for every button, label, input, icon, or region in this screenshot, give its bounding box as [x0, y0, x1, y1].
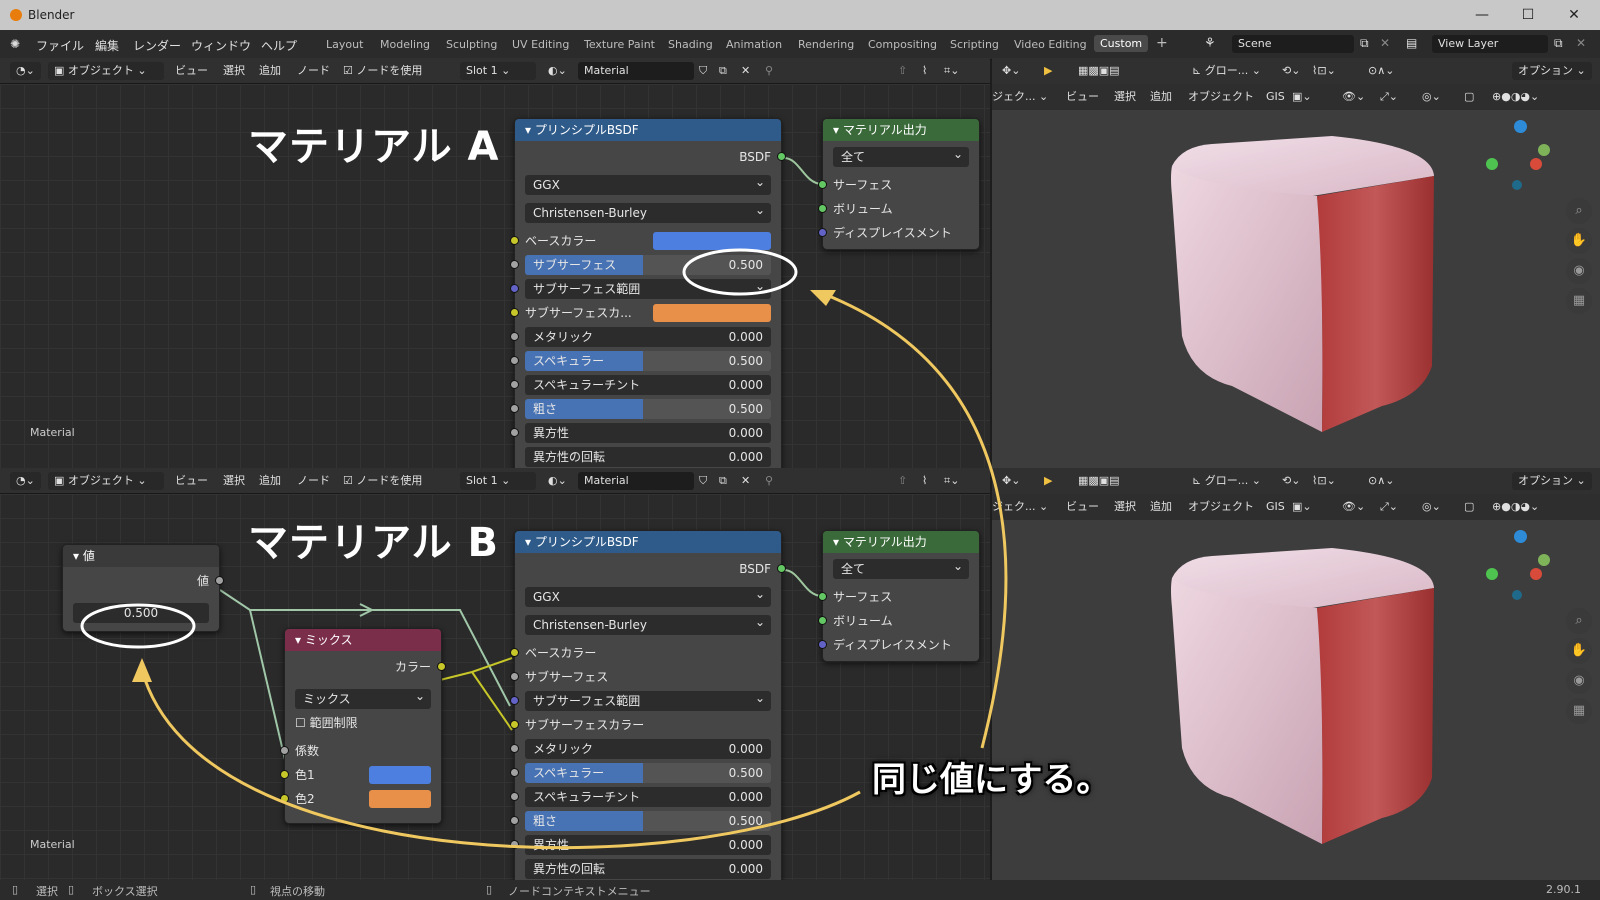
status-bar: ▯ 選択 ▯ ボックス選択 ▯ 視点の移動 ▯ ノードコンテキストメニュー 2.… — [0, 880, 1600, 900]
mouse-left-icon: ▯ — [12, 883, 19, 896]
mouse-drag-icon: ▯ — [68, 883, 75, 896]
mouse-middle-icon: ▯ — [250, 883, 257, 896]
status-context-menu: ノードコンテキストメニュー — [508, 885, 651, 898]
highlight-circle-top — [682, 248, 798, 296]
highlight-circle-bottom — [80, 603, 196, 649]
annotation-text: 同じ値にする。 — [872, 760, 1111, 800]
annotation-arrow-bottom — [140, 669, 861, 850]
status-select: 選択 — [36, 885, 58, 898]
status-box-select: ボックス選択 — [92, 885, 158, 898]
annotation-arrow-top — [823, 292, 1008, 749]
mouse-right-icon: ▯ — [486, 883, 493, 896]
annotation-overlay — [80, 248, 1008, 850]
status-pan: 視点の移動 — [270, 885, 325, 898]
version-label: 2.90.1 — [1546, 883, 1581, 896]
